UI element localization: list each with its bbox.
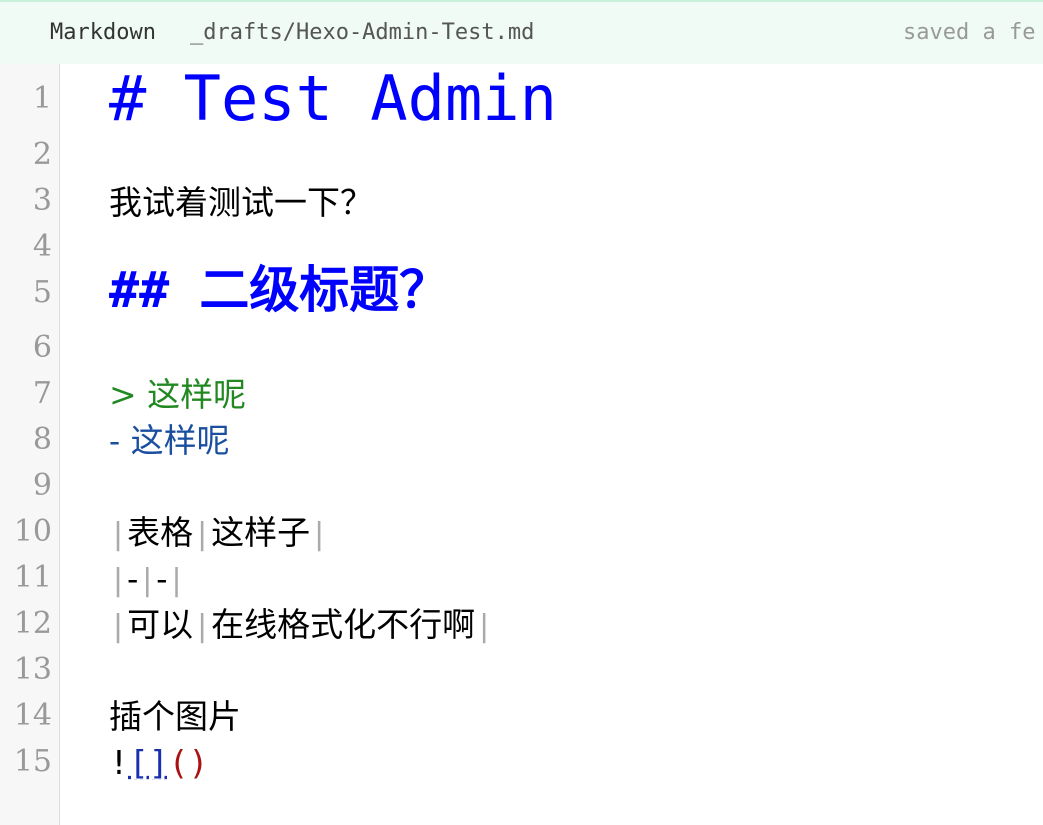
line-number: 8	[32, 422, 52, 457]
table-separator-line[interactable]: |-|-|	[109, 562, 186, 596]
line-number: 7	[32, 376, 52, 411]
heading-2-marker: ##	[109, 261, 200, 319]
save-status: saved a fe	[903, 20, 1036, 45]
table-row-line[interactable]: |表格|这样子|	[109, 516, 328, 550]
table-cell: -	[127, 559, 139, 598]
text-line[interactable]: 插个图片	[109, 700, 241, 733]
table-cell: -	[156, 559, 168, 598]
line-number: 1	[32, 81, 52, 116]
image-bang: !	[109, 743, 129, 782]
list-marker: -	[109, 421, 131, 460]
table-cell: 在线格式化不行啊	[211, 605, 476, 644]
table-pipe: |	[109, 563, 128, 598]
table-row-line[interactable]: |可以|在线格式化不行啊|	[109, 608, 493, 642]
heading-2-text: 二级标题？	[199, 260, 450, 319]
image-url-parens: ()	[168, 743, 209, 782]
heading-2-line[interactable]: ## 二级标题？	[109, 265, 449, 316]
table-pipe: |	[475, 609, 494, 644]
table-cell: 表格	[127, 513, 194, 552]
line-number: 12	[13, 606, 52, 641]
line-number: 9	[32, 468, 52, 503]
line-number: 6	[32, 330, 52, 365]
line-number: 10	[13, 514, 52, 549]
mode-label[interactable]: Markdown	[50, 20, 156, 45]
heading-1-line[interactable]: # Test Admin	[109, 68, 557, 130]
table-pipe: |	[193, 609, 212, 644]
blockquote-line[interactable]: > 这样呢	[109, 378, 246, 411]
table-cell: 可以	[127, 605, 194, 644]
table-pipe: |	[310, 517, 329, 552]
line-number: 14	[13, 698, 52, 733]
line-number: 3	[32, 183, 52, 218]
text-line[interactable]: 我试着测试一下？	[109, 186, 373, 219]
table-pipe: |	[167, 563, 186, 598]
image-alt-brackets: []	[128, 743, 169, 782]
image-markdown-line[interactable]: ![]()	[109, 746, 208, 779]
line-number: 13	[13, 652, 52, 687]
table-pipe: |	[109, 517, 128, 552]
table-pipe: |	[109, 609, 128, 644]
list-item-text: 这样呢	[130, 421, 230, 460]
line-number: 4	[32, 229, 52, 264]
line-number: 11	[13, 560, 52, 595]
line-number: 15	[13, 744, 52, 779]
line-number: 2	[32, 137, 52, 172]
blockquote-marker: >	[109, 375, 148, 414]
list-item-line[interactable]: - 这样呢	[109, 424, 230, 457]
blockquote-text: 这样呢	[147, 375, 247, 414]
table-cell: 这样子	[211, 513, 311, 552]
line-number: 5	[32, 275, 52, 310]
table-pipe: |	[138, 563, 157, 598]
file-path: _drafts/Hexo-Admin-Test.md	[190, 20, 535, 45]
editor-window: Markdown _drafts/Hexo-Admin-Test.md save…	[0, 0, 1043, 825]
table-pipe: |	[193, 517, 212, 552]
editor-header: Markdown _drafts/Hexo-Admin-Test.md save…	[0, 0, 1043, 64]
